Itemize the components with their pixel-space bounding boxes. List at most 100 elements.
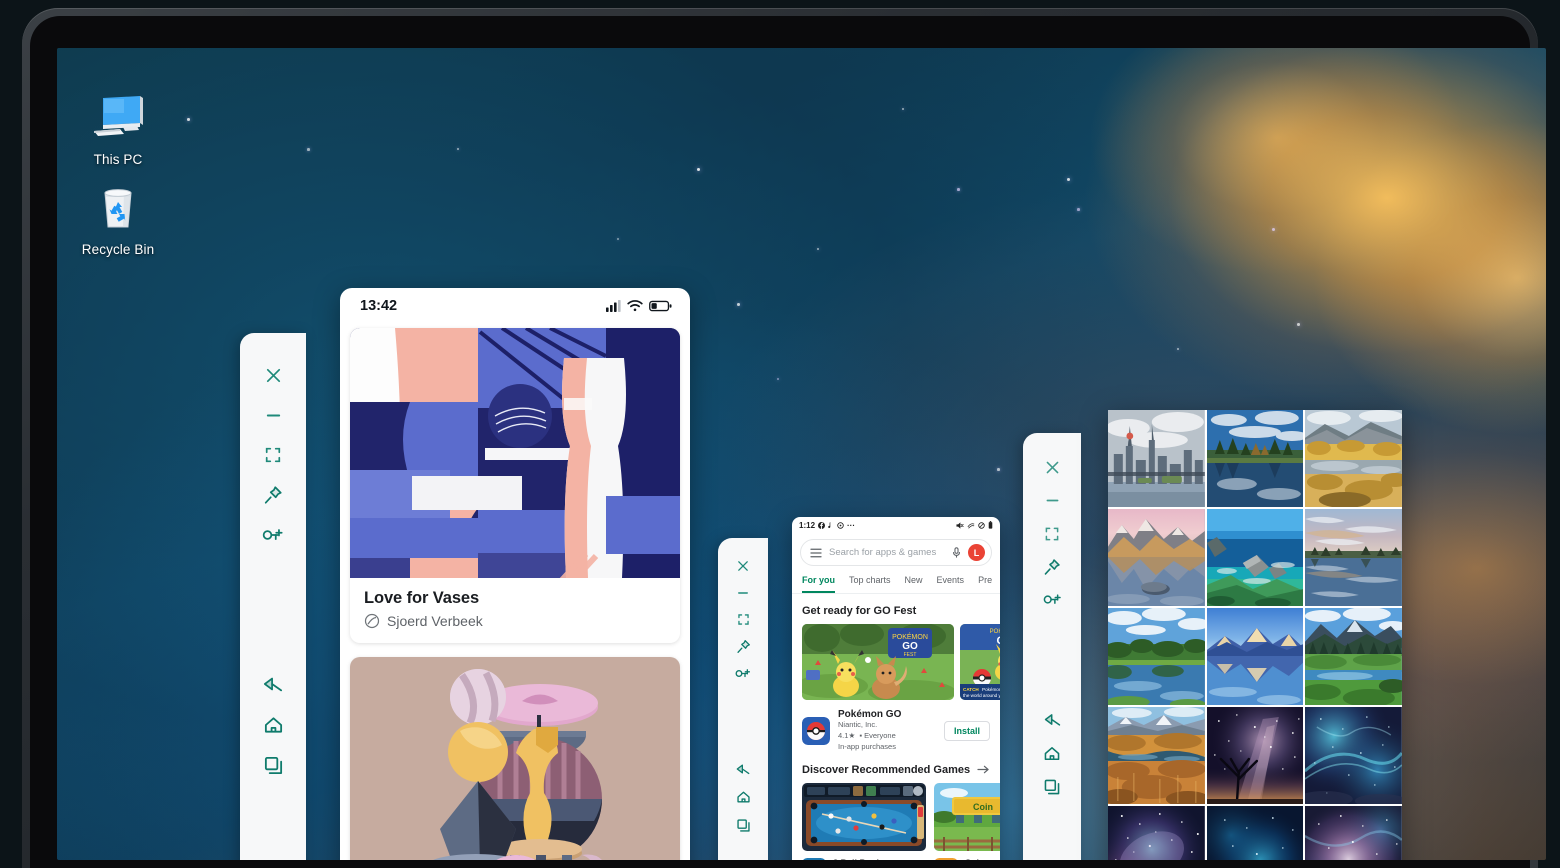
play-search-bar[interactable]: Search for apps & games L bbox=[800, 539, 992, 566]
svg-text:GO: GO bbox=[902, 641, 918, 652]
close-button[interactable] bbox=[264, 355, 283, 395]
photo-golden-wetland[interactable] bbox=[1108, 707, 1205, 804]
recycle-bin-icon bbox=[62, 178, 174, 236]
recents-icon[interactable] bbox=[1043, 770, 1061, 804]
install-button[interactable]: Install bbox=[943, 720, 990, 741]
laptop-frame: This PC Recycle Bin 13:42 Love for Vases… bbox=[22, 8, 1546, 868]
mute-icon bbox=[956, 521, 964, 529]
photo-green-forest-pond[interactable] bbox=[1108, 608, 1205, 705]
gallery-window bbox=[1108, 410, 1402, 860]
game-info-row: Subway S Arcade • A 4.4★ bbox=[934, 858, 1000, 860]
artwork-title: Love for Vases bbox=[364, 589, 480, 607]
fullscreen-button[interactable] bbox=[264, 435, 282, 475]
back-arrow-icon[interactable] bbox=[262, 663, 284, 704]
close-button[interactable] bbox=[1044, 451, 1061, 484]
app-rating: 4.1 bbox=[838, 730, 849, 740]
game-card-8-ball-pool[interactable]: 8 8 Ball Pool Sports • Billiards 4.4★ bbox=[802, 782, 926, 860]
svg-text:FEST: FEST bbox=[904, 652, 917, 658]
photo-turquoise-coast[interactable] bbox=[1206, 509, 1304, 606]
monitor-icon bbox=[62, 88, 174, 146]
game-name: 8 Ball Pool bbox=[833, 858, 888, 860]
key-icon[interactable] bbox=[262, 515, 284, 555]
recents-icon[interactable] bbox=[263, 745, 284, 786]
pin-icon[interactable] bbox=[263, 475, 283, 515]
game-screenshot bbox=[802, 782, 926, 851]
home-icon[interactable] bbox=[1043, 736, 1061, 770]
home-icon[interactable] bbox=[263, 704, 284, 745]
photo-milky-way-lone-tree[interactable] bbox=[1206, 707, 1304, 804]
svg-text:POKÉMON: POKÉMON bbox=[990, 628, 1000, 635]
tab-for-you[interactable]: For you bbox=[802, 575, 835, 593]
app-content-rating: Everyone bbox=[864, 730, 896, 740]
mirror-toolbar-art bbox=[240, 333, 306, 860]
status-time: 1:12 bbox=[799, 520, 816, 530]
keyboard-icon[interactable] bbox=[262, 848, 284, 860]
arrow-right-icon[interactable] bbox=[977, 764, 990, 775]
game-text: Subway S Arcade • A 4.4★ bbox=[965, 858, 1000, 860]
desktop-icon-this-pc[interactable]: This PC bbox=[62, 88, 174, 167]
status-right bbox=[956, 521, 993, 529]
artwork-image-vases bbox=[350, 328, 680, 578]
photo-alpine-meadow[interactable] bbox=[1305, 608, 1402, 705]
home-icon[interactable] bbox=[736, 783, 751, 811]
photo-pink-dawn-mountains[interactable] bbox=[1108, 509, 1205, 606]
microphone-icon bbox=[952, 547, 961, 558]
app-icon bbox=[837, 521, 844, 529]
minimize-button[interactable] bbox=[736, 579, 750, 606]
keyboard-icon[interactable] bbox=[1043, 854, 1062, 860]
art-app-window: 13:42 Love for Vases Sjoerd Verbeek bbox=[340, 288, 690, 860]
tab-events[interactable]: Events bbox=[937, 575, 965, 593]
recents-icon[interactable] bbox=[736, 811, 751, 839]
photo-golden-valley[interactable] bbox=[1305, 410, 1402, 507]
signal-icon bbox=[606, 300, 621, 312]
desktop-icon-recycle-bin[interactable]: Recycle Bin bbox=[62, 178, 174, 257]
recommended-header: Discover Recommended Games bbox=[792, 753, 1000, 783]
key-icon[interactable] bbox=[1043, 583, 1062, 616]
pokemon-go-app-icon bbox=[802, 716, 830, 745]
artwork-card[interactable] bbox=[350, 657, 680, 860]
close-button[interactable] bbox=[736, 552, 750, 579]
play-search-placeholder: Search for apps & games bbox=[829, 547, 937, 558]
photo-aurora-nebula[interactable] bbox=[1305, 707, 1402, 804]
mirror-toolbar-play bbox=[718, 538, 768, 860]
screenshot-catch-pokemon[interactable]: POKÉMON GO bbox=[960, 624, 1000, 700]
photo-matterhorn-mirror[interactable] bbox=[1206, 608, 1304, 705]
toolbar-group-window bbox=[1023, 451, 1081, 616]
photo-city-skyline[interactable] bbox=[1108, 410, 1205, 507]
key-icon[interactable] bbox=[735, 660, 751, 687]
minimize-button[interactable] bbox=[1044, 484, 1061, 517]
facebook-icon bbox=[818, 521, 826, 529]
tab-premium[interactable]: Pre bbox=[978, 575, 992, 593]
recommended-games-row: 8 8 Ball Pool Sports • Billiards 4.4★ bbox=[792, 782, 1000, 860]
tab-top-charts[interactable]: Top charts bbox=[849, 575, 891, 593]
featured-heading: Get ready for GO Fest bbox=[802, 605, 917, 617]
avatar[interactable]: L bbox=[968, 544, 985, 561]
tab-new[interactable]: New bbox=[905, 575, 923, 593]
artwork-card[interactable]: Love for Vases Sjoerd Verbeek bbox=[350, 328, 680, 643]
photo-blue-lake-reflection[interactable] bbox=[1305, 509, 1402, 606]
toolbar-group-nav bbox=[240, 663, 306, 786]
featured-app-info: Pokémon GO Niantic, Inc. 4.1★ ▪ Everyone… bbox=[838, 709, 936, 753]
pin-icon[interactable] bbox=[1043, 550, 1061, 583]
wifi-icon bbox=[627, 300, 643, 312]
more-dots-icon: ··· bbox=[847, 520, 856, 530]
fullscreen-button[interactable] bbox=[1044, 517, 1060, 550]
art-app-status-bar: 13:42 bbox=[340, 288, 690, 324]
artwork-author: Sjoerd Verbeek bbox=[387, 613, 483, 629]
svg-text:the world around you.: the world around you. bbox=[963, 693, 1000, 698]
fullscreen-button[interactable] bbox=[737, 606, 750, 633]
toolbar-group-nav bbox=[718, 755, 768, 839]
svg-text:Coin: Coin bbox=[973, 802, 993, 812]
artwork-image-3d-objects bbox=[350, 657, 680, 860]
minimize-button[interactable] bbox=[264, 395, 283, 435]
featured-app-row[interactable]: Pokémon GO Niantic, Inc. 4.1★ ▪ Everyone… bbox=[792, 700, 1000, 753]
back-arrow-icon[interactable] bbox=[1043, 702, 1062, 736]
game-card-subway-surfers[interactable]: Coin bbox=[934, 782, 1000, 860]
pin-icon[interactable] bbox=[736, 633, 751, 660]
music-note-icon bbox=[828, 521, 831, 528]
screenshot-go-fest[interactable]: POKÉMON GO FEST bbox=[802, 624, 954, 700]
play-status-bar: 1:12 ··· bbox=[792, 517, 1000, 533]
battery-icon bbox=[988, 521, 993, 529]
photo-autumn-lake[interactable] bbox=[1206, 410, 1304, 507]
back-arrow-icon[interactable] bbox=[735, 755, 751, 783]
